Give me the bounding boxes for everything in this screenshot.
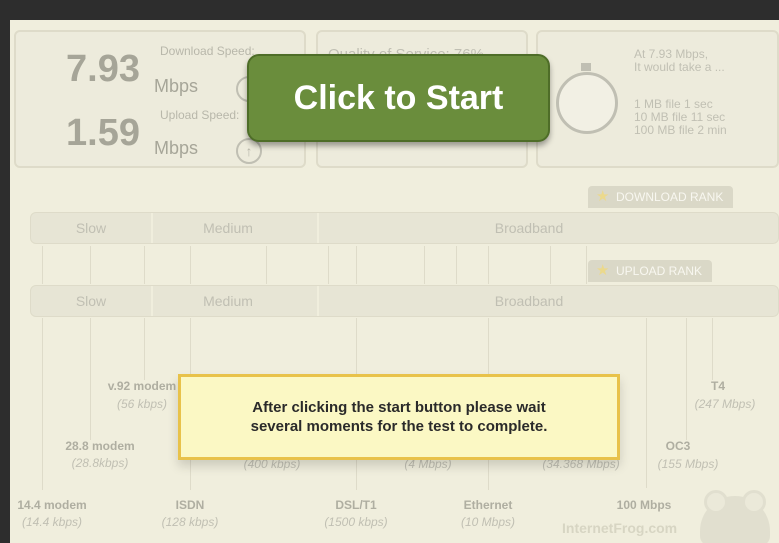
scale-tick: [456, 246, 457, 284]
scale-tick: [712, 318, 713, 380]
band-broadband: Broadband: [494, 220, 564, 236]
scale-tick: [424, 246, 425, 284]
band-slow: Slow: [75, 293, 107, 309]
scale-tick: [488, 246, 489, 284]
download-rank-tag: ★ DOWNLOAD RANK: [588, 186, 734, 208]
internetfrog-logo: InternetFrog.com: [562, 520, 678, 536]
speed-test-stage: 7.93 Download Speed: Mbps ↓ 1.59 Upload …: [10, 20, 779, 543]
scale-tick: [328, 246, 329, 284]
connection-speed: (155 Mbps): [657, 457, 719, 471]
star-icon: ★: [596, 262, 610, 279]
notice-line: several moments for the test to complete…: [250, 418, 548, 435]
scale-tick: [356, 246, 357, 284]
scale-tick: [144, 246, 145, 284]
estimate-panel: At 7.93 Mbps, It would take a ... 1 MB f…: [536, 30, 779, 168]
start-button[interactable]: Click to Start: [247, 54, 550, 142]
connection-name: Ethernet: [463, 498, 513, 512]
scale-tick: [144, 318, 145, 380]
download-speed-value: 7.93: [66, 48, 140, 90]
download-speed-label: Download Speed:: [160, 44, 255, 58]
connection-name: DSL/T1: [335, 498, 377, 512]
scale-tick: [266, 246, 267, 284]
frog-mascot-icon: [700, 490, 770, 543]
upload-rank-label: UPLOAD RANK: [616, 264, 703, 278]
band-medium: Medium: [203, 220, 253, 236]
connection-speed: (28.8kbps): [71, 456, 129, 470]
star-icon: ★: [596, 188, 610, 205]
band-slow: Slow: [75, 220, 107, 236]
connection-name: OC3: [665, 439, 691, 453]
band-medium: Medium: [203, 293, 253, 309]
scale-tick: [90, 246, 91, 284]
stopwatch-icon: [556, 63, 618, 134]
connection-name: v.92 modem: [107, 379, 177, 393]
upload-speed-value: 1.59: [66, 112, 140, 154]
scale-tick: [190, 246, 191, 284]
connection-name: ISDN: [175, 498, 205, 512]
connection-name: 100 Mbps: [616, 498, 672, 512]
connection-name: 28.8 modem: [65, 439, 135, 453]
connection-speed: (247 Mbps): [694, 397, 756, 411]
estimate-line: It would take a ...: [634, 60, 725, 74]
connection-speed: (1500 kbps): [324, 515, 388, 529]
connection-speed: (128 kbps): [161, 515, 219, 529]
scale-tick: [90, 318, 91, 440]
estimate-line: 100 MB file 2 min: [634, 123, 727, 137]
upload-speed-label: Upload Speed:: [160, 108, 240, 122]
connection-speed: (56 kbps): [116, 397, 168, 411]
upload-speed-unit: Mbps: [154, 138, 199, 158]
upload-rank-tag: ★ UPLOAD RANK: [588, 260, 713, 282]
scale-tick: [550, 246, 551, 284]
connection-name: T4: [710, 379, 725, 393]
download-speed-unit: Mbps: [154, 76, 199, 96]
estimate-times: 1 MB file 1 sec 10 MB file 11 sec 100 MB…: [634, 98, 727, 137]
scale-tick: [586, 246, 587, 284]
notice-line: After clicking the start button please w…: [252, 399, 546, 416]
scale-tick: [42, 318, 43, 490]
wait-notice: After clicking the start button please w…: [178, 374, 620, 460]
scale-tick: [42, 246, 43, 284]
download-rank-bar: Slow Medium Broadband: [30, 212, 779, 244]
connection-name: 14.4 modem: [17, 498, 87, 512]
connection-speed: (14.4 kbps): [21, 515, 83, 529]
estimate-intro: At 7.93 Mbps, It would take a ...: [634, 48, 725, 74]
connection-speed: (10 Mbps): [460, 515, 516, 529]
upload-rank-bar: Slow Medium Broadband: [30, 285, 779, 317]
band-broadband: Broadband: [494, 293, 564, 309]
download-rank-label: DOWNLOAD RANK: [616, 190, 724, 204]
